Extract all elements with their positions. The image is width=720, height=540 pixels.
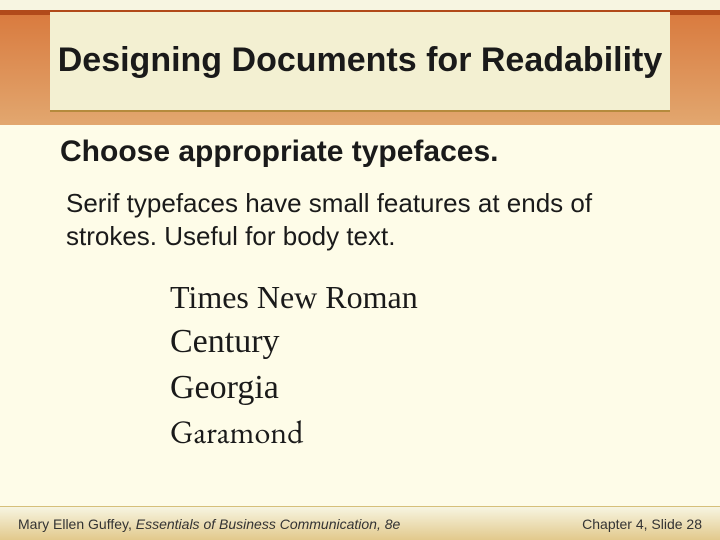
list-item: Georgia [170, 365, 680, 411]
typeface-list: Times New Roman Century Georgia Garamond [60, 276, 680, 454]
list-item: Century [170, 319, 680, 365]
list-item: Times New Roman [170, 276, 680, 319]
slide-footer: Mary Ellen Guffey, Essentials of Busines… [0, 506, 720, 540]
body-paragraph: Serif typefaces have small features at e… [60, 187, 680, 252]
content-area: Choose appropriate typefaces. Serif type… [60, 135, 680, 454]
footer-book-title: Essentials of Business Communication, 8e [136, 516, 401, 532]
footer-left: Mary Ellen Guffey, Essentials of Busines… [18, 516, 400, 532]
slide-title: Designing Documents for Readability [58, 41, 663, 80]
title-band: Designing Documents for Readability [0, 0, 720, 125]
section-heading: Choose appropriate typefaces. [60, 135, 680, 169]
footer-chapter: Chapter 4, Slide 28 [582, 516, 702, 532]
list-item: Garamond [170, 411, 680, 454]
title-container: Designing Documents for Readability [50, 12, 670, 112]
footer-author: Mary Ellen Guffey, [18, 516, 136, 532]
